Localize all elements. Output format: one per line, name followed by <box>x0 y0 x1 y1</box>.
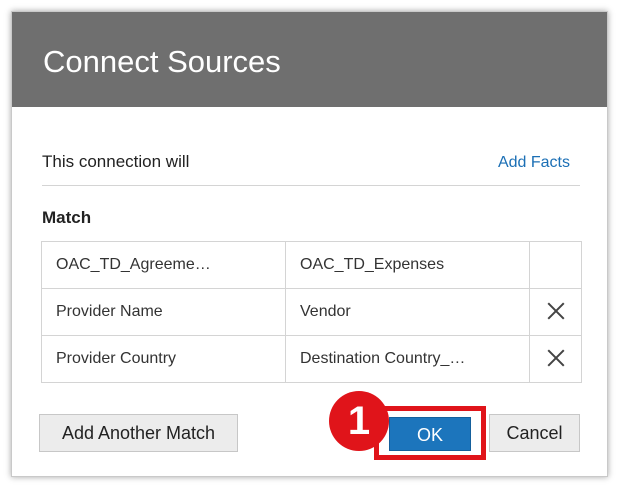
right-column-cell[interactable]: Vendor <box>285 288 530 336</box>
connect-sources-dialog: Connect Sources This connection will Add… <box>11 11 608 477</box>
close-icon[interactable] <box>546 300 566 320</box>
left-column-cell[interactable]: Provider Country <box>41 335 286 383</box>
connection-description-row: This connection will Add Facts <box>42 149 580 186</box>
ok-button[interactable]: OK <box>389 417 471 451</box>
remove-match-cell <box>529 288 582 336</box>
right-column-cell[interactable]: Destination Country_… <box>285 335 530 383</box>
left-column-cell[interactable]: Provider Name <box>41 288 286 336</box>
table-row: Provider Name Vendor <box>41 288 582 336</box>
match-table: OAC_TD_Agreeme… OAC_TD_Expenses Provider… <box>41 241 582 383</box>
table-header-row: OAC_TD_Agreeme… OAC_TD_Expenses <box>41 241 582 289</box>
left-source-header: OAC_TD_Agreeme… <box>41 241 286 289</box>
connection-description: This connection will <box>42 152 190 171</box>
dialog-title: Connect Sources <box>43 44 281 79</box>
right-source-header: OAC_TD_Expenses <box>285 241 530 289</box>
dialog-header: Connect Sources <box>12 12 607 107</box>
table-row: Provider Country Destination Country_… <box>41 335 582 383</box>
header-spacer <box>529 241 582 289</box>
add-another-match-button[interactable]: Add Another Match <box>39 414 238 452</box>
cancel-button[interactable]: Cancel <box>489 414 580 452</box>
add-facts-link[interactable]: Add Facts <box>498 154 570 172</box>
match-section-label: Match <box>42 208 92 227</box>
remove-match-cell <box>529 335 582 383</box>
close-icon[interactable] <box>546 347 566 367</box>
step-badge: 1 <box>329 391 389 451</box>
